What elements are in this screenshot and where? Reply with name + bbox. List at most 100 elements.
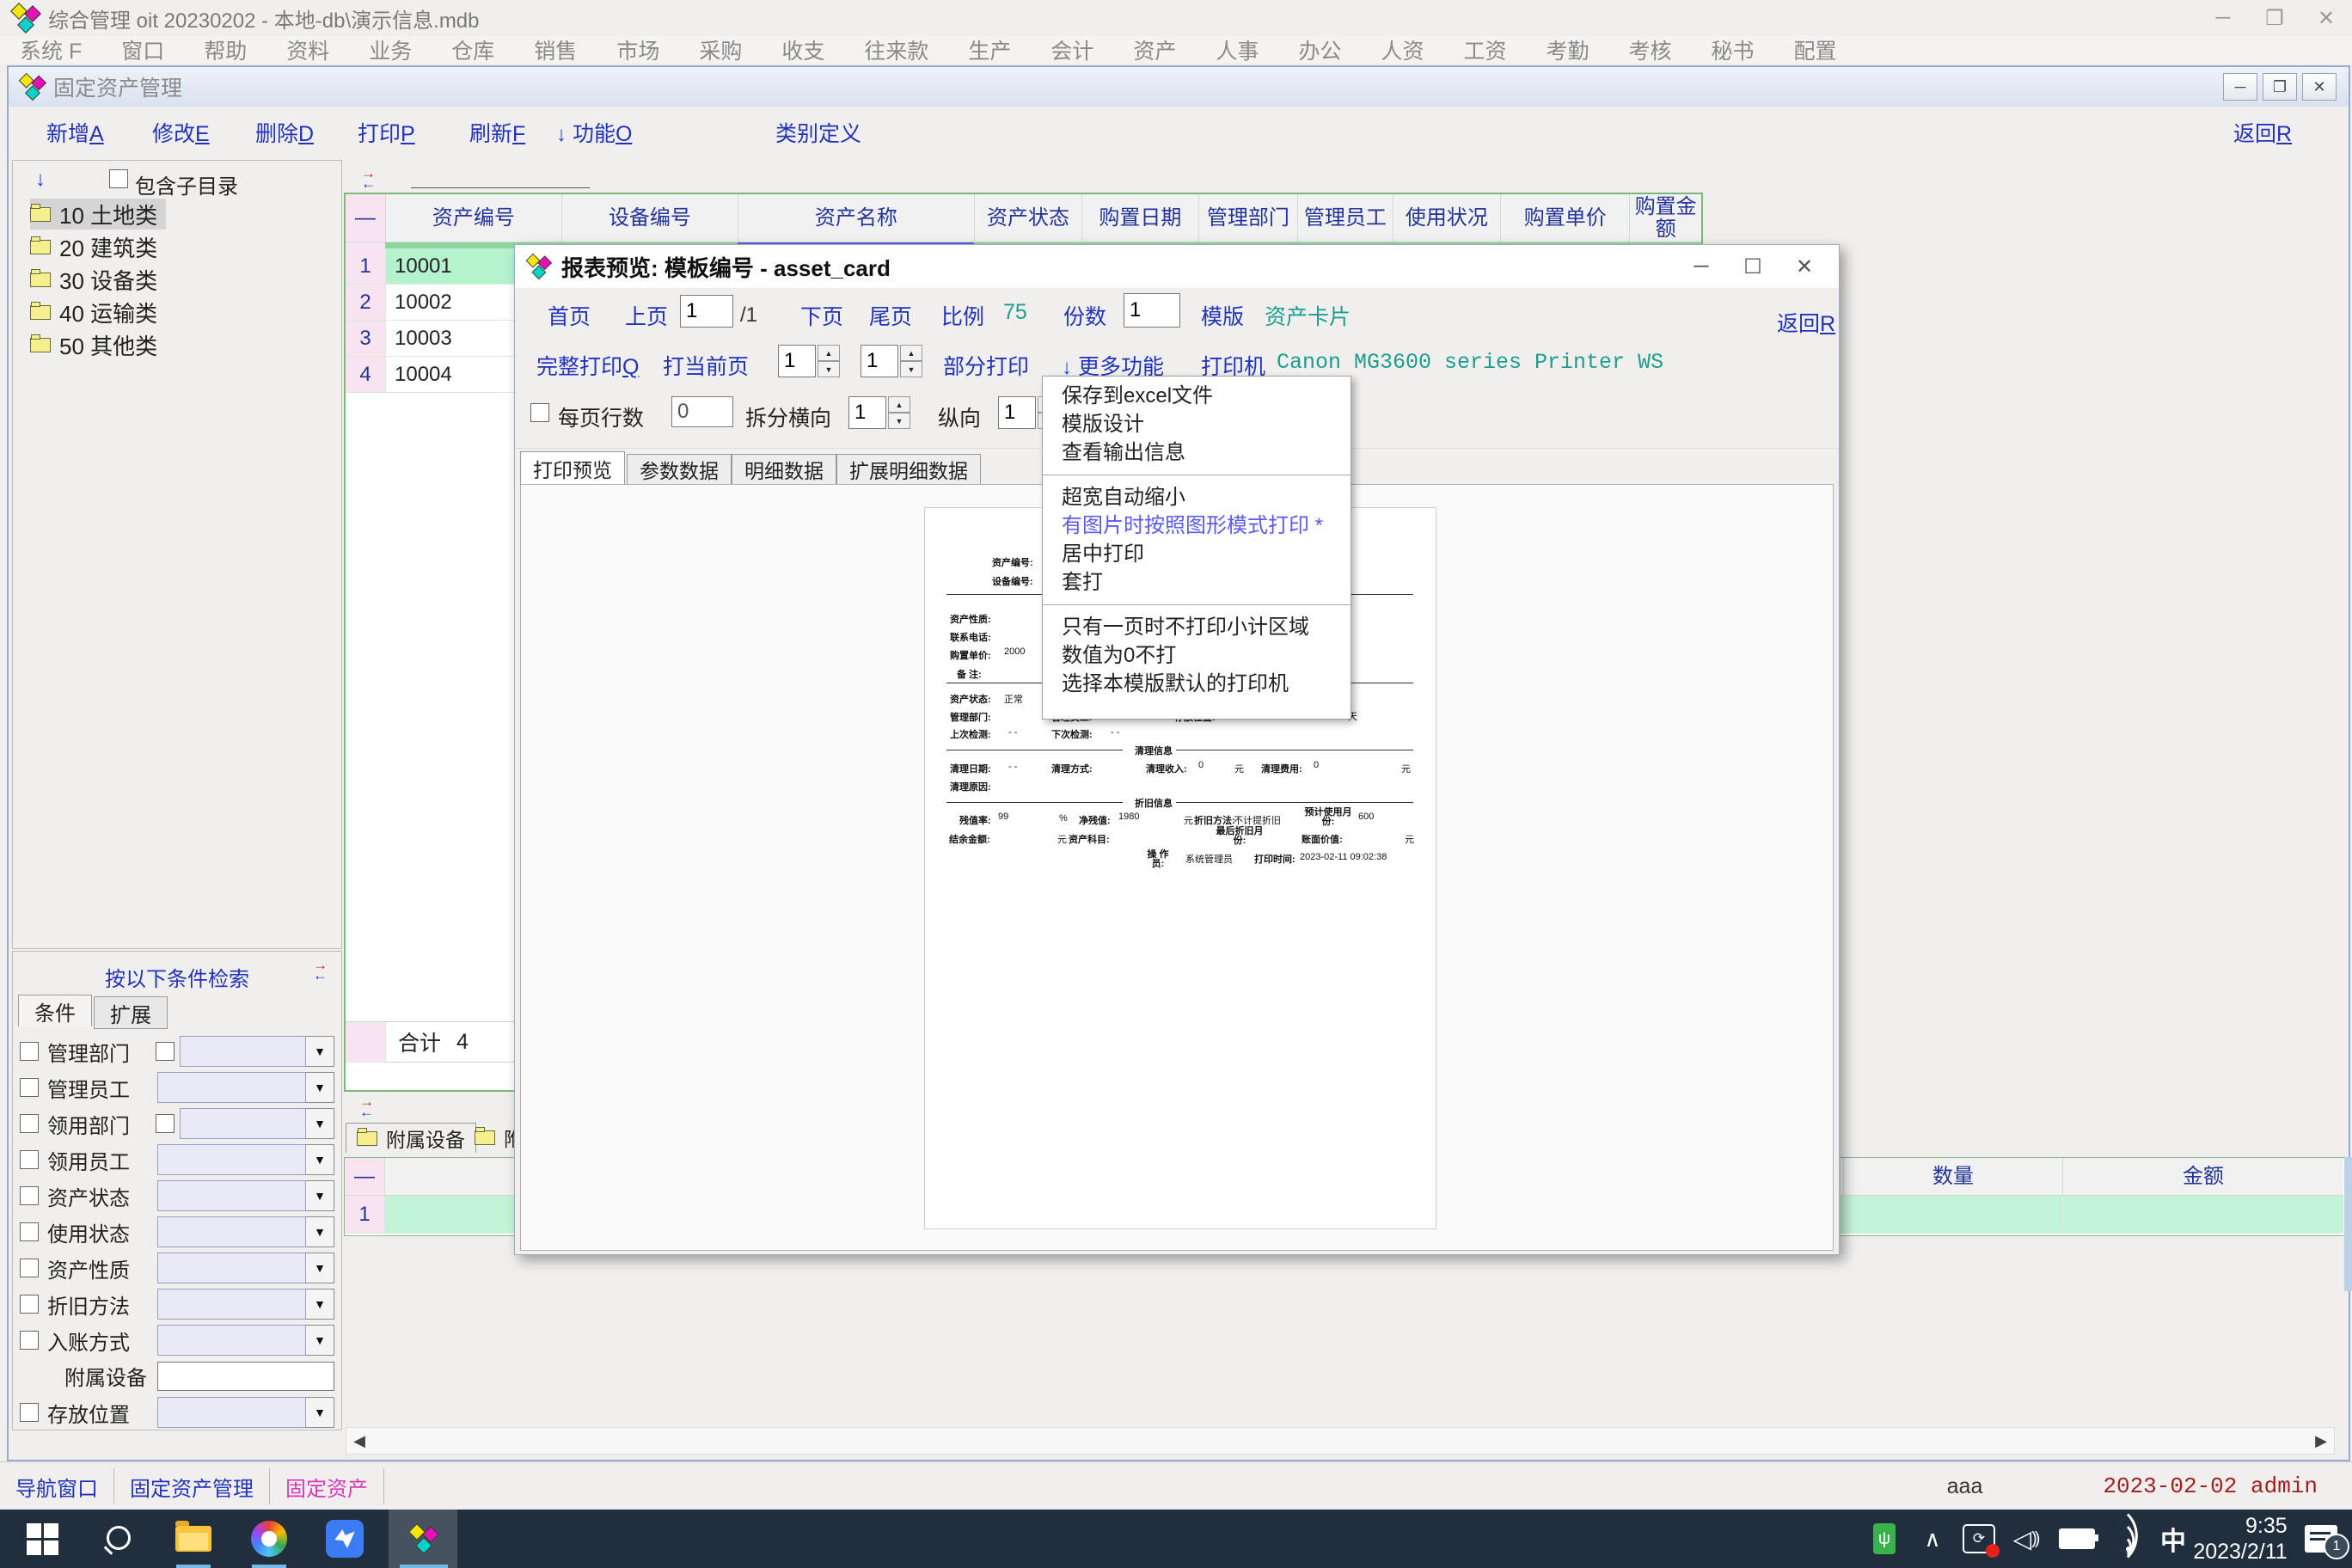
grid-filter-underline[interactable] [411, 187, 590, 188]
menu-hr[interactable]: 人事 [1196, 34, 1278, 65]
col-amount[interactable]: 购置金额 [1630, 194, 1701, 242]
col-money[interactable]: 金额 [2063, 1158, 2343, 1196]
checkbox[interactable] [20, 1114, 39, 1133]
menu-item-auto-shrink[interactable]: 超宽自动缩小 [1043, 483, 1351, 511]
split-h-stepper[interactable]: ▲▼ [848, 396, 910, 429]
file-explorer-icon[interactable] [165, 1510, 222, 1568]
print-button[interactable]: 打印P [358, 117, 415, 148]
checkbox[interactable] [156, 1114, 175, 1133]
menu-item-save-excel[interactable]: 保存到excel文件 [1043, 382, 1351, 410]
collapse-arrow-icon[interactable]: ↓ [35, 168, 46, 192]
checkbox[interactable] [20, 1259, 39, 1277]
menu-config[interactable]: 配置 [1774, 34, 1857, 65]
mgmt-dept-combo[interactable]: ▼ [180, 1036, 334, 1067]
template-button[interactable]: 模版 [1201, 300, 1244, 331]
tab-extend[interactable]: 扩展 [94, 996, 168, 1029]
col-asset-name[interactable]: 资产名称 [738, 194, 975, 242]
menu-item-default-printer[interactable]: 选择本模版默认的打印机 [1043, 670, 1351, 698]
rows-per-page-input[interactable] [671, 396, 733, 427]
horizontal-scrollbar[interactable]: ◀ ▶ [346, 1427, 2335, 1455]
cell-quantity[interactable] [1844, 1196, 2063, 1234]
tree-item-building[interactable]: 20 建筑类 [30, 231, 157, 262]
scale-button[interactable]: 比例 [941, 300, 984, 331]
prev-page-button[interactable]: 上页 [625, 300, 668, 331]
partial-print-button[interactable]: 部分打印 [943, 350, 1029, 381]
mgmt-staff-combo[interactable]: ▼ [157, 1072, 334, 1103]
col-mgmt-staff[interactable]: 管理员工 [1298, 194, 1393, 242]
tab-param-data[interactable]: 参数数据 [627, 454, 732, 484]
swap-icon[interactable]: →← [359, 1097, 374, 1118]
use-staff-combo[interactable]: ▼ [157, 1144, 334, 1175]
col-usage[interactable]: 使用状况 [1393, 194, 1501, 242]
swap-icon[interactable]: →← [361, 168, 376, 189]
col-quantity[interactable]: 数量 [1844, 1158, 2063, 1196]
close-icon[interactable]: ✕ [2300, 6, 2352, 31]
col-asset-no[interactable]: 资产编号 [386, 194, 562, 242]
menu-item-center-print[interactable]: 居中打印 [1043, 540, 1351, 568]
tab-print-preview[interactable]: 打印预览 [520, 451, 625, 484]
menu-help[interactable]: 帮助 [184, 34, 266, 65]
col-purchase-date[interactable]: 购置日期 [1082, 194, 1198, 242]
notification-icon[interactable]: 1 [2297, 1510, 2345, 1568]
vertical-scrollbar[interactable] [2344, 1157, 2352, 1291]
col-unit-price[interactable]: 购置单价 [1501, 194, 1630, 242]
checkbox[interactable] [20, 1295, 39, 1314]
checkbox[interactable] [20, 1331, 39, 1350]
browser-icon[interactable] [241, 1510, 297, 1568]
col-device-no[interactable]: 设备编号 [562, 194, 738, 242]
refresh-button[interactable]: 刷新F [469, 117, 525, 148]
menu-item-no-subtotal-single-page[interactable]: 只有一页时不打印小计区域 [1043, 613, 1351, 641]
use-dept-combo[interactable]: ▼ [180, 1108, 334, 1139]
child-restore-icon[interactable]: ❐ [2263, 73, 2297, 101]
asset-nature-combo[interactable]: ▼ [157, 1253, 334, 1283]
thunder-icon[interactable] [316, 1510, 373, 1568]
tree-item-other[interactable]: 50 其他类 [30, 329, 157, 360]
checkbox[interactable] [20, 1222, 39, 1241]
checkbox[interactable] [20, 1186, 39, 1205]
tree-item-equipment[interactable]: 30 设备类 [30, 264, 157, 295]
menu-item-graphic-mode-print[interactable]: 有图片时按照图形模式打印 * [1043, 511, 1351, 540]
tab-extended-detail-data[interactable]: 扩展明细数据 [836, 454, 981, 484]
search-icon[interactable] [89, 1510, 146, 1568]
tab-attached-devices[interactable]: 附属设备 [346, 1123, 476, 1153]
copies-button[interactable]: 份数 [1063, 300, 1106, 331]
include-subdir-checkbox[interactable] [109, 169, 128, 188]
dialog-minimize-icon[interactable]: ─ [1675, 254, 1727, 279]
rows-per-page-checkbox[interactable] [530, 403, 549, 422]
depreciation-combo[interactable]: ▼ [157, 1289, 334, 1320]
copies-input[interactable] [1124, 293, 1180, 328]
tray-expand-icon[interactable]: ∧ [1912, 1510, 1953, 1568]
statusbar-fixed-asset[interactable]: 固定资产 [285, 1472, 368, 1502]
menu-production[interactable]: 生产 [948, 34, 1031, 65]
checkbox[interactable] [20, 1078, 39, 1097]
edit-button[interactable]: 修改E [152, 117, 210, 148]
clock[interactable]: 9:352023/2/11 [2192, 1510, 2288, 1568]
menu-review[interactable]: 考核 [1609, 34, 1692, 65]
asset-app-taskbar-icon[interactable] [389, 1510, 457, 1568]
volume-icon[interactable]: ◁)) [2003, 1510, 2048, 1568]
dialog-return-button[interactable]: 返回R [1777, 307, 1835, 338]
add-button[interactable]: 新增A [46, 117, 104, 148]
tab-condition[interactable]: 条件 [18, 995, 92, 1026]
col-mgmt-dept[interactable]: 管理部门 [1199, 194, 1298, 242]
statusbar-asset-mgmt[interactable]: 固定资产管理 [130, 1472, 254, 1502]
menu-data[interactable]: 资料 [266, 34, 349, 65]
entry-method-combo[interactable]: ▼ [157, 1325, 334, 1356]
start-button[interactable] [14, 1510, 70, 1568]
sync-tray-icon[interactable]: ⟳ [1957, 1510, 2001, 1568]
menu-hresource[interactable]: 人资 [1361, 34, 1443, 65]
ime-indicator[interactable]: 中 [2154, 1510, 2192, 1568]
menu-attendance[interactable]: 考勤 [1526, 34, 1608, 65]
menu-purchase[interactable]: 采购 [679, 34, 762, 65]
scroll-left-icon[interactable]: ◀ [346, 1432, 372, 1450]
child-close-icon[interactable]: ✕ [2302, 73, 2337, 101]
menu-secretary[interactable]: 秘书 [1692, 34, 1774, 65]
dialog-titlebar[interactable]: 报表预览: 模板编号 - asset_card ─ ☐ ✕ [515, 245, 1839, 288]
wifi-icon[interactable] [2104, 1510, 2153, 1568]
grid-corner[interactable]: — [346, 194, 386, 242]
menu-accounts[interactable]: 往来款 [844, 34, 948, 65]
to-page-stepper[interactable]: ▲▼ [861, 345, 922, 377]
page-number-input[interactable] [680, 295, 733, 328]
from-page-stepper[interactable]: ▲▼ [778, 345, 840, 377]
menu-item-view-output[interactable]: 查看输出信息 [1043, 438, 1351, 467]
